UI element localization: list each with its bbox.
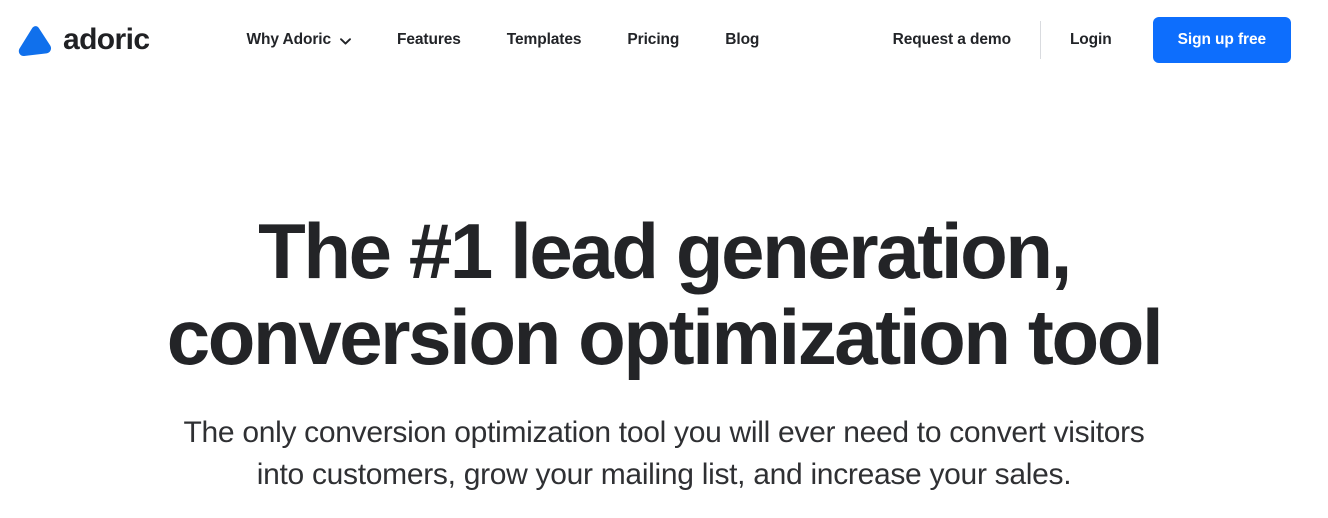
- brand-name: adoric: [63, 23, 150, 56]
- nav-item-features[interactable]: Features: [374, 31, 484, 49]
- hero-title-line-2: conversion optimization tool: [166, 293, 1164, 381]
- login-link[interactable]: Login: [1041, 31, 1141, 49]
- nav-item-pricing[interactable]: Pricing: [604, 31, 702, 49]
- hero-section: The #1 lead generation, conversion optim…: [0, 80, 1328, 496]
- nav-item-templates[interactable]: Templates: [484, 31, 605, 49]
- sign-up-free-button[interactable]: Sign up free: [1152, 17, 1291, 63]
- header-actions: Request a demo Login Sign up free: [893, 17, 1291, 63]
- nav-item-label: Templates: [506, 31, 582, 48]
- hero-title-line-1: The #1 lead generation,: [258, 207, 1072, 295]
- request-demo-link[interactable]: Request a demo: [893, 31, 1040, 49]
- nav-item-label: Why Adoric: [246, 31, 331, 48]
- chevron-down-icon: [340, 37, 351, 45]
- site-header: adoric Why Adoric Features Templates Pri…: [0, 0, 1328, 80]
- nav-item-label: Pricing: [627, 31, 680, 48]
- hero-subtitle: The only conversion optimization tool yo…: [159, 412, 1169, 496]
- nav-item-blog[interactable]: Blog: [702, 31, 782, 49]
- page-title: The #1 lead generation, conversion optim…: [0, 208, 1328, 380]
- nav-item-why-adoric[interactable]: Why Adoric: [223, 31, 374, 49]
- nav-item-label: Features: [396, 31, 461, 48]
- brand-logo-link[interactable]: adoric: [18, 23, 150, 56]
- rounded-triangle-icon: [18, 25, 52, 56]
- nav-item-label: Blog: [725, 31, 760, 48]
- primary-nav: Why Adoric Features Templates Pricing Bl…: [223, 31, 782, 49]
- hero-subtitle-line-1: The only conversion optimization tool yo…: [183, 416, 1046, 449]
